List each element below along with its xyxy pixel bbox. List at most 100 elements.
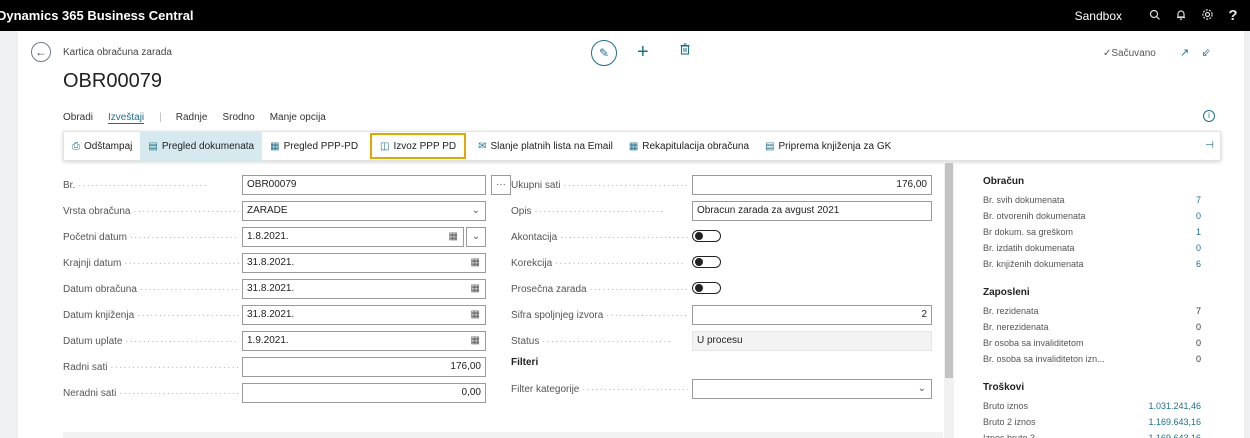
action-rekapitulacija[interactable]: ▦ Rekapitulacija obračuna <box>621 131 757 161</box>
calendar-icon[interactable]: ▦ <box>471 254 480 272</box>
menu-manje-opcija[interactable]: Manje opcija <box>270 112 326 124</box>
action-pregled-dokumenata[interactable]: ▤ Pregled dokumenata <box>140 131 263 161</box>
help-icon[interactable]: ? <box>1220 7 1246 24</box>
factbox-troskovi-header: Troškovi <box>983 382 1025 393</box>
scrollbar-thumb[interactable] <box>945 163 953 378</box>
label-vrsta-obracuna: Vrsta obračuna ·························… <box>63 206 239 217</box>
menu-izvestaji[interactable]: Izveštaji <box>108 112 145 124</box>
page-title: OBR00079 <box>63 70 162 92</box>
chevron-down-icon[interactable]: ⌄ <box>466 227 486 247</box>
chevron-down-icon: ⌄ <box>917 383 926 394</box>
factbox-value-link[interactable]: 7 <box>1196 192 1201 208</box>
field-status: U procesu <box>692 331 932 351</box>
recap-icon: ▦ <box>628 140 639 152</box>
top-bar-right: Sandbox ? <box>1075 0 1250 31</box>
factbox-value-link[interactable]: 0 <box>1196 208 1201 224</box>
printer-icon: ⎙ <box>72 140 80 152</box>
label-krajnji-datum: Krajnji datum ··························… <box>63 258 239 269</box>
gear-icon[interactable] <box>1194 8 1220 24</box>
action-izvoz-ppp-pd[interactable]: ◫ Izvoz PPP PD <box>370 133 467 159</box>
report-icon: ▦ <box>270 140 280 152</box>
bell-icon[interactable] <box>1168 8 1194 24</box>
calendar-icon[interactable]: ▦ <box>449 228 458 246</box>
field-datum-uplate[interactable]: 1.9.2021. ▦ <box>242 331 486 351</box>
label-korekcija: Korekcija ······························ <box>511 258 685 269</box>
menu-srodno[interactable]: Srodno <box>222 112 254 124</box>
label-datum-uplate: Datum uplate ···························… <box>63 336 239 347</box>
action-slanje-platnih-lista[interactable]: ✉ Slanje platnih lista na Email <box>470 131 621 161</box>
field-vrsta-obracuna[interactable]: ZARADE ⌄ <box>242 201 486 221</box>
chevron-down-icon: ⌄ <box>471 205 480 216</box>
toggle-prosecna-zarada[interactable] <box>692 282 721 294</box>
field-ukupni-sati[interactable]: 176,00 <box>692 175 932 195</box>
action-priprema-knjizenja[interactable]: ▤ Priprema knjiženja za GK <box>757 131 899 161</box>
factbox-row: Br osoba sa invaliditetom 0 <box>983 338 1201 348</box>
field-filter-kategorije[interactable]: ⌄ <box>692 379 932 399</box>
label-opis: Opis ······························ <box>511 206 665 217</box>
factbox-row: Br. osoba sa invaliditeton izn... 0 <box>983 354 1201 364</box>
field-pocetni-datum[interactable]: 1.8.2021. ▦ <box>242 227 464 247</box>
menu-obradi[interactable]: Obradi <box>63 112 93 124</box>
field-sifra-izvora[interactable]: 2 <box>692 305 932 325</box>
label-datum-obracuna: Datum obračuna ·························… <box>63 284 239 295</box>
new-plus-icon[interactable]: + <box>637 41 649 64</box>
factbox-row: Br. svih dokumenata 7 <box>983 192 1201 208</box>
factbox-row: Br dokum. sa greškom 1 <box>983 224 1201 240</box>
top-bar: Dynamics 365 Business Central Sandbox ? <box>0 0 1250 31</box>
factbox-row: Br. izdatih dokumenata 0 <box>983 240 1201 256</box>
calendar-icon[interactable]: ▦ <box>471 332 480 350</box>
ellipsis-lookup-icon[interactable]: ··· <box>491 175 511 195</box>
factbox-row: Bruto iznos 1.031.241,46 <box>983 398 1201 414</box>
menu-radnje[interactable]: Radnje <box>176 112 208 124</box>
field-neradni-sati[interactable]: 0,00 <box>242 383 486 403</box>
calendar-icon[interactable]: ▦ <box>471 306 480 324</box>
label-status: Status ······························ <box>511 336 673 347</box>
factbox-row: Br. otvorenih dokumenata 0 <box>983 208 1201 224</box>
label-br: Br. ······························ <box>63 180 208 191</box>
next-section-strip <box>63 432 943 438</box>
factbox-value-link[interactable]: 1.031.241,46 <box>1148 398 1201 414</box>
toggle-korekcija[interactable] <box>692 256 721 268</box>
pin-icon[interactable]: ⊣ <box>1205 140 1214 151</box>
environment-label[interactable]: Sandbox <box>1075 9 1122 23</box>
report-action-bar: ⎙ Odštampaj ▤ Pregled dokumenata ▦ Pregl… <box>63 131 1221 161</box>
toggle-akontacija[interactable] <box>692 230 721 242</box>
delete-trash-icon[interactable] <box>680 43 690 58</box>
action-menu: Obradi Izveštaji | Radnje Srodno Manje o… <box>63 112 341 124</box>
field-datum-obracuna[interactable]: 31.8.2021. ▦ <box>242 279 486 299</box>
field-krajnji-datum[interactable]: 31.8.2021. ▦ <box>242 253 486 273</box>
action-odstampaj[interactable]: ⎙ Odštampaj <box>64 131 140 161</box>
factbox-value-link[interactable]: 6 <box>1196 256 1201 272</box>
window-controls: ↗ ⇙ <box>1180 46 1211 59</box>
label-radni-sati: Radni sati ·····························… <box>63 362 239 373</box>
factbox-zaposleni-header: Zaposleni <box>983 287 1030 298</box>
export-icon: ◫ <box>380 140 390 152</box>
scrollbar[interactable] <box>944 163 954 438</box>
field-datum-knjizenja[interactable]: 31.8.2021. ▦ <box>242 305 486 325</box>
label-datum-knjizenja: Datum knjiženja ························… <box>63 310 239 321</box>
factbox-row: Bruto 2 iznos 1.169.643,16 <box>983 414 1201 430</box>
factbox-value-link[interactable]: 0 <box>1196 240 1201 256</box>
field-br[interactable]: OBR00079 <box>242 175 486 195</box>
collapse-icon[interactable]: ⇙ <box>1201 47 1210 59</box>
saved-status: ✓Sačuvano <box>1103 48 1156 59</box>
info-icon[interactable]: i <box>1203 110 1215 122</box>
factbox-value-link[interactable]: 1 <box>1196 224 1201 240</box>
open-new-window-icon[interactable]: ↗ <box>1180 47 1189 59</box>
field-opis[interactable]: Obracun zarada za avgust 2021 <box>692 201 932 221</box>
factbox-value-link[interactable]: 1.169.643,16 <box>1148 414 1201 430</box>
field-radni-sati[interactable]: 176,00 <box>242 357 486 377</box>
factbox-value-link[interactable]: 1.169.643,16 <box>1148 430 1201 438</box>
factbox-row: Br. knjiženih dokumenata 6 <box>983 256 1201 272</box>
label-prosecna-zarada: Prosečna zarada ························… <box>511 284 689 295</box>
app-brand[interactable]: Dynamics 365 Business Central <box>0 8 194 23</box>
label-ukupni-sati: Ukupni sati ····························… <box>511 180 689 191</box>
action-pregled-ppp-pd[interactable]: ▦ Pregled PPP-PD <box>262 131 366 161</box>
search-icon[interactable] <box>1142 8 1168 24</box>
calendar-icon[interactable]: ▦ <box>471 280 480 298</box>
label-akontacija: Akontacija ·····························… <box>511 232 689 243</box>
filters-header: Filteri <box>511 357 539 368</box>
back-arrow-icon[interactable]: ← <box>31 42 51 62</box>
label-pocetni-datum: Početni datum ··························… <box>63 232 239 243</box>
edit-pencil-icon[interactable]: ✎ <box>591 40 617 66</box>
